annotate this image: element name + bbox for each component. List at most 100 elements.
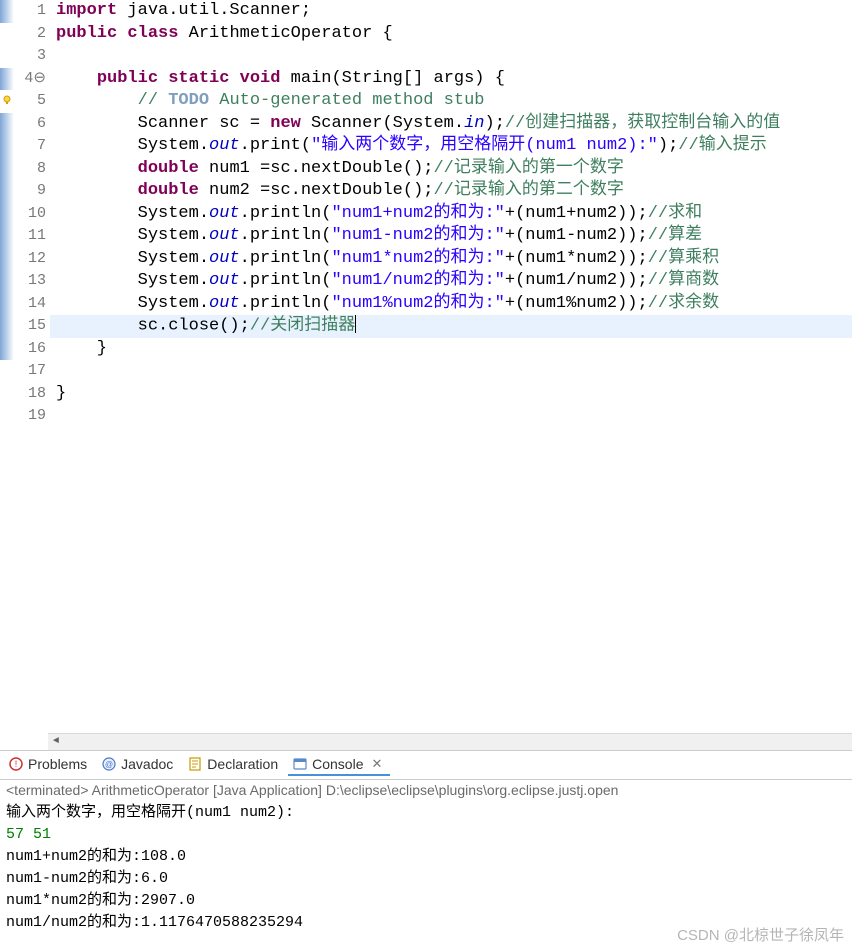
line-number: 13 [14, 270, 50, 293]
svg-text:@: @ [105, 760, 113, 769]
code-line[interactable]: 19 [0, 405, 852, 428]
folding-marker[interactable] [0, 180, 14, 203]
line-number: 19 [14, 405, 50, 428]
scroll-track[interactable] [64, 734, 836, 750]
folding-marker[interactable] [0, 135, 14, 158]
code-line[interactable]: 17 [0, 360, 852, 383]
code-line[interactable]: 12 System.out.println("num1*num2的和为:"+(n… [0, 248, 852, 271]
gutter-marker [0, 360, 14, 383]
code-line[interactable]: 10 System.out.println("num1+num2的和为:"+(n… [0, 203, 852, 226]
code-content[interactable]: System.out.println("num1*num2的和为:"+(num1… [50, 248, 719, 271]
code-line[interactable]: 13 System.out.println("num1/num2的和为:"+(n… [0, 270, 852, 293]
console-line: num1+num2的和为:108.0 [6, 846, 846, 868]
code-content[interactable]: System.out.println("num1/num2的和为:"+(num1… [50, 270, 719, 293]
code-line[interactable]: 4⊖ public static void main(String[] args… [0, 68, 852, 91]
code-content[interactable]: } [50, 338, 107, 361]
folding-marker[interactable] [0, 203, 14, 226]
code-content[interactable]: public static void main(String[] args) { [50, 68, 505, 91]
code-line[interactable]: 5 // TODO Auto-generated method stub [0, 90, 852, 113]
code-content[interactable] [50, 405, 56, 428]
views-tabbar: ! Problems @ Javadoc Declaration Console… [0, 751, 852, 780]
folding-marker[interactable] [0, 270, 14, 293]
line-number: 4⊖ [14, 68, 50, 91]
code-content[interactable]: System.out.print("输入两个数字，用空格隔开(num1 num2… [50, 135, 767, 158]
bottom-panel: ! Problems @ Javadoc Declaration Console… [0, 751, 852, 951]
tab-label: Declaration [207, 756, 278, 772]
code-content[interactable] [50, 360, 56, 383]
folding-marker[interactable] [0, 248, 14, 271]
scroll-left-icon[interactable]: ◄ [48, 734, 64, 749]
code-content[interactable]: System.out.println("num1%num2的和为:"+(num1… [50, 293, 719, 316]
line-number: 7 [14, 135, 50, 158]
close-icon[interactable]: ✕ [372, 756, 383, 772]
gutter-marker [0, 45, 14, 68]
code-content[interactable]: sc.close();//关闭扫描器 [50, 315, 356, 338]
line-number: 5 [14, 90, 50, 113]
code-content[interactable] [50, 45, 56, 68]
horizontal-scrollbar[interactable]: ◄ ► [48, 733, 852, 750]
line-number: 18 [14, 383, 50, 406]
folding-marker[interactable] [0, 225, 14, 248]
declaration-icon [187, 756, 203, 772]
quickfix-icon[interactable] [0, 90, 14, 113]
code-line[interactable]: 8 double num1 =sc.nextDouble();//记录输入的第一… [0, 158, 852, 181]
console-line: num1-num2的和为:6.0 [6, 868, 846, 890]
code-line[interactable]: 15 sc.close();//关闭扫描器 [0, 315, 852, 338]
code-line[interactable]: 16 } [0, 338, 852, 361]
gutter-marker [0, 405, 14, 428]
tab-console[interactable]: Console ✕ [288, 754, 390, 776]
code-line[interactable]: 2public class ArithmeticOperator { [0, 23, 852, 46]
code-content[interactable]: Scanner sc = new Scanner(System.in);//创建… [50, 113, 780, 136]
gutter-marker [0, 23, 14, 46]
tab-label: Javadoc [121, 756, 173, 772]
tab-label: Console [312, 756, 363, 772]
text-cursor [355, 315, 356, 333]
folding-marker[interactable] [0, 293, 14, 316]
javadoc-icon: @ [101, 756, 117, 772]
code-line[interactable]: 14 System.out.println("num1%num2的和为:"+(n… [0, 293, 852, 316]
line-number: 6 [14, 113, 50, 136]
folding-marker[interactable] [0, 113, 14, 136]
code-content[interactable]: public class ArithmeticOperator { [50, 23, 393, 46]
line-number: 16 [14, 338, 50, 361]
line-number: 8 [14, 158, 50, 181]
folding-marker[interactable] [0, 338, 14, 361]
code-line[interactable]: 3 [0, 45, 852, 68]
tab-declaration[interactable]: Declaration [183, 754, 286, 776]
gutter-marker [0, 383, 14, 406]
code-content[interactable]: double num2 =sc.nextDouble();//记录输入的第二个数… [50, 180, 624, 203]
line-number: 14 [14, 293, 50, 316]
code-content[interactable]: System.out.println("num1-num2的和为:"+(num1… [50, 225, 702, 248]
code-line[interactable]: 18} [0, 383, 852, 406]
folding-marker[interactable] [0, 0, 14, 23]
console-output[interactable]: 输入两个数字，用空格隔开(num1 num2): 57 51 num1+num2… [0, 800, 852, 936]
code-editor[interactable]: 1import java.util.Scanner;2public class … [0, 0, 852, 751]
console-line: num1/num2的和为:1.1176470588235294 [6, 912, 846, 934]
code-content[interactable]: // TODO Auto-generated method stub [50, 90, 485, 113]
code-content[interactable]: System.out.println("num1+num2的和为:"+(num1… [50, 203, 702, 226]
code-line[interactable]: 7 System.out.print("输入两个数字，用空格隔开(num1 nu… [0, 135, 852, 158]
code-line[interactable]: 11 System.out.println("num1-num2的和为:"+(n… [0, 225, 852, 248]
code-line[interactable]: 6 Scanner sc = new Scanner(System.in);//… [0, 113, 852, 136]
console-input-line: 57 51 [6, 824, 846, 846]
code-content[interactable]: import java.util.Scanner; [50, 0, 311, 23]
folding-marker[interactable] [0, 68, 14, 91]
tab-problems[interactable]: ! Problems [4, 754, 95, 776]
console-line: num1*num2的和为:2907.0 [6, 890, 846, 912]
folding-marker[interactable] [0, 315, 14, 338]
code-content[interactable]: double num1 =sc.nextDouble();//记录输入的第一个数… [50, 158, 624, 181]
folding-marker[interactable] [0, 158, 14, 181]
console-line: 输入两个数字，用空格隔开(num1 num2): [6, 802, 846, 824]
tab-label: Problems [28, 756, 87, 772]
problems-icon: ! [8, 756, 24, 772]
line-number: 15 [14, 315, 50, 338]
tab-javadoc[interactable]: @ Javadoc [97, 754, 181, 776]
line-number: 3 [14, 45, 50, 68]
code-content[interactable]: } [50, 383, 66, 406]
line-number: 2 [14, 23, 50, 46]
code-line[interactable]: 9 double num2 =sc.nextDouble();//记录输入的第二… [0, 180, 852, 203]
line-number: 1 [14, 0, 50, 23]
line-number: 17 [14, 360, 50, 383]
code-line[interactable]: 1import java.util.Scanner; [0, 0, 852, 23]
svg-text:!: ! [15, 759, 18, 769]
